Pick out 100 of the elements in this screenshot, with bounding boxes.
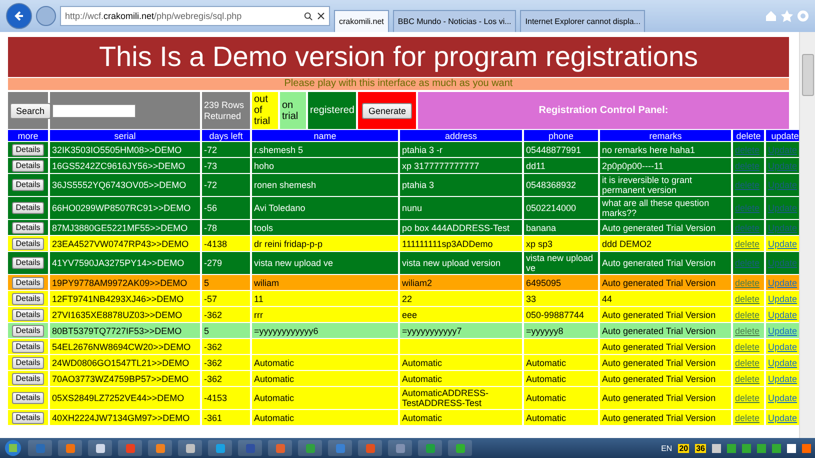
- table-cell-text: =yyyyyy8: [526, 326, 564, 336]
- table-cell-text: -56: [204, 203, 218, 213]
- table-cell-text: =yyyyyyyyyyy7: [402, 326, 463, 336]
- column-header: delete: [733, 130, 764, 141]
- table-cell-text: vista new upload version: [402, 258, 502, 268]
- table-cell-text: Auto generated Trial Version: [602, 358, 717, 368]
- table-cell-text: what are all these question marks??: [602, 198, 710, 218]
- table-cell-text: -73: [204, 160, 218, 170]
- details-button[interactable]: Details: [12, 412, 44, 424]
- table-cell-text: 0548368932: [526, 180, 578, 190]
- table-cell-text: Auto generated Trial Version: [602, 258, 717, 268]
- column-header: update: [766, 130, 799, 141]
- table-cell-text: 36JS5552YQ6743OV05>>DEMO: [52, 180, 188, 190]
- details-button[interactable]: Details: [12, 372, 44, 384]
- rows-count: 239 Rows Returned: [204, 100, 246, 122]
- table-cell-text: it is ireversible to grant permanent version: [602, 175, 694, 195]
- address-bar[interactable]: http://wcf.crakomili.net/php/webregis/sql.php: [60, 6, 330, 26]
- table-cell-text: -78: [204, 222, 218, 232]
- generate-button[interactable]: Generate: [362, 102, 412, 118]
- forward-button[interactable]: [36, 6, 56, 26]
- table-cell-text: =yyyyyyyyyyyy6: [254, 326, 320, 336]
- browser-tab[interactable]: crakomili.net: [334, 10, 389, 32]
- details-button[interactable]: Details: [12, 392, 44, 404]
- table-cell-text: 27VI1635XE8878UZ03>>DEMO: [52, 310, 184, 320]
- search-button[interactable]: Search: [10, 102, 51, 118]
- table-cell-text: 70AO3773WZ4759BP57>>DEMO: [52, 374, 190, 384]
- table-cell-text: -362: [204, 374, 224, 384]
- table-cell-text: 66HO0299WP8507RC91>>DEMO: [52, 203, 192, 213]
- table-cell-text: 16GS5242ZC9616JY56>>DEMO: [52, 160, 186, 170]
- table-cell-text: ddd DEMO2: [602, 238, 653, 248]
- table-cell-text: wiliam: [254, 278, 280, 288]
- table-cell-text: 80BT5379TQ7727IF53>>DEMO: [52, 326, 183, 336]
- table-cell-text: nunu: [402, 203, 424, 213]
- table-cell-text: 41YV7590JA3275PY14>>DEMO: [52, 258, 186, 268]
- home-icon[interactable]: [765, 10, 777, 22]
- tray-icon[interactable]: 36: [695, 444, 706, 452]
- details-button[interactable]: Details: [12, 276, 44, 288]
- table-cell-text: -4138: [204, 238, 228, 248]
- close-icon[interactable]: [317, 12, 325, 20]
- table-cell-text: 54EL2676NW8694CW20>>DEMO: [52, 342, 192, 352]
- table-cell-text: r.shemesh 5: [254, 144, 304, 154]
- browser-tab[interactable]: BBC Mundo - Noticias - Los vi...: [392, 10, 516, 32]
- table-cell-text: Automatic: [402, 412, 444, 422]
- table-cell-text: Automatic: [254, 393, 296, 403]
- table-cell-text: -362: [204, 358, 224, 368]
- details-button[interactable]: Details: [12, 238, 44, 250]
- table-cell-text: Automatic: [526, 358, 568, 368]
- details-button[interactable]: Details: [12, 340, 44, 352]
- table-cell-text: 87MJ3880GE5221MF55>>DEMO: [52, 222, 189, 232]
- table-cell-text: 05XS2849LZ7252VE44>>DEMO: [52, 393, 186, 403]
- table-cell-text: Auto generated Trial Version: [602, 310, 717, 320]
- details-button[interactable]: Details: [12, 257, 44, 269]
- details-button[interactable]: Details: [12, 144, 44, 156]
- table-cell-text: ptahia 3: [402, 180, 436, 190]
- start-icon[interactable]: [4, 439, 22, 457]
- back-button[interactable]: [6, 3, 32, 29]
- table-cell-text: Automatic: [254, 358, 296, 368]
- table-cell-text: Automatic: [526, 374, 568, 384]
- table-cell-text: -4153: [204, 393, 228, 403]
- legend-item: on trial: [280, 92, 306, 129]
- table-cell-text: no remarks here haha1: [602, 144, 696, 154]
- details-button[interactable]: Details: [12, 222, 44, 234]
- details-button[interactable]: Details: [12, 356, 44, 368]
- table-cell-text: ronen shemesh: [254, 180, 318, 190]
- table-cell-text: -72: [204, 180, 218, 190]
- browser-tab[interactable]: Internet Explorer cannot displa...: [520, 10, 646, 32]
- details-button[interactable]: Details: [12, 292, 44, 304]
- table-cell-text: dd11: [526, 160, 546, 170]
- table-cell-text: 32IK3503IO5505HM08>>DEMO: [52, 144, 183, 154]
- table-cell-text: Automatic: [526, 393, 568, 403]
- table-cell-text: Automatic: [402, 374, 444, 384]
- legend-item: out of trial: [252, 92, 278, 129]
- table-cell-text: vista new upload ve: [254, 258, 334, 268]
- details-button[interactable]: Details: [12, 308, 44, 320]
- details-button[interactable]: Details: [12, 324, 44, 336]
- table-cell-text: -57: [204, 294, 218, 304]
- details-button[interactable]: Details: [12, 160, 44, 172]
- table-cell-text: dr reini fridap-p-p: [254, 238, 324, 248]
- table-cell-text: AutomaticADDRESS-TestADDRESS-Test: [402, 388, 490, 408]
- settings-icon[interactable]: [797, 10, 809, 22]
- star-icon[interactable]: [781, 10, 793, 22]
- language-indicator[interactable]: EN: [661, 444, 672, 452]
- table-cell-text: tools: [254, 222, 274, 232]
- column-header: phone: [524, 130, 598, 141]
- column-header: address: [400, 130, 522, 141]
- table-cell-text: Avi Toledano: [254, 203, 306, 213]
- column-header: days left: [202, 130, 250, 141]
- table-cell-text: 050-99887744: [526, 310, 586, 320]
- scrollbar-thumb[interactable]: [802, 54, 814, 96]
- details-button[interactable]: Details: [12, 179, 44, 191]
- table-cell-text: Auto generated Trial Version: [602, 326, 717, 336]
- table-cell-text: 6495095: [526, 278, 562, 288]
- search-icon[interactable]: [304, 12, 313, 20]
- tray-icon[interactable]: 20: [678, 444, 690, 452]
- search-field[interactable]: [52, 104, 136, 118]
- table-cell-text: Automatic: [526, 412, 568, 422]
- table-cell-text: -362: [204, 310, 224, 320]
- details-button[interactable]: Details: [12, 202, 44, 214]
- table-cell-text: Auto generated Trial Version: [602, 412, 717, 422]
- table-cell-text: vista new upload ve: [526, 253, 594, 273]
